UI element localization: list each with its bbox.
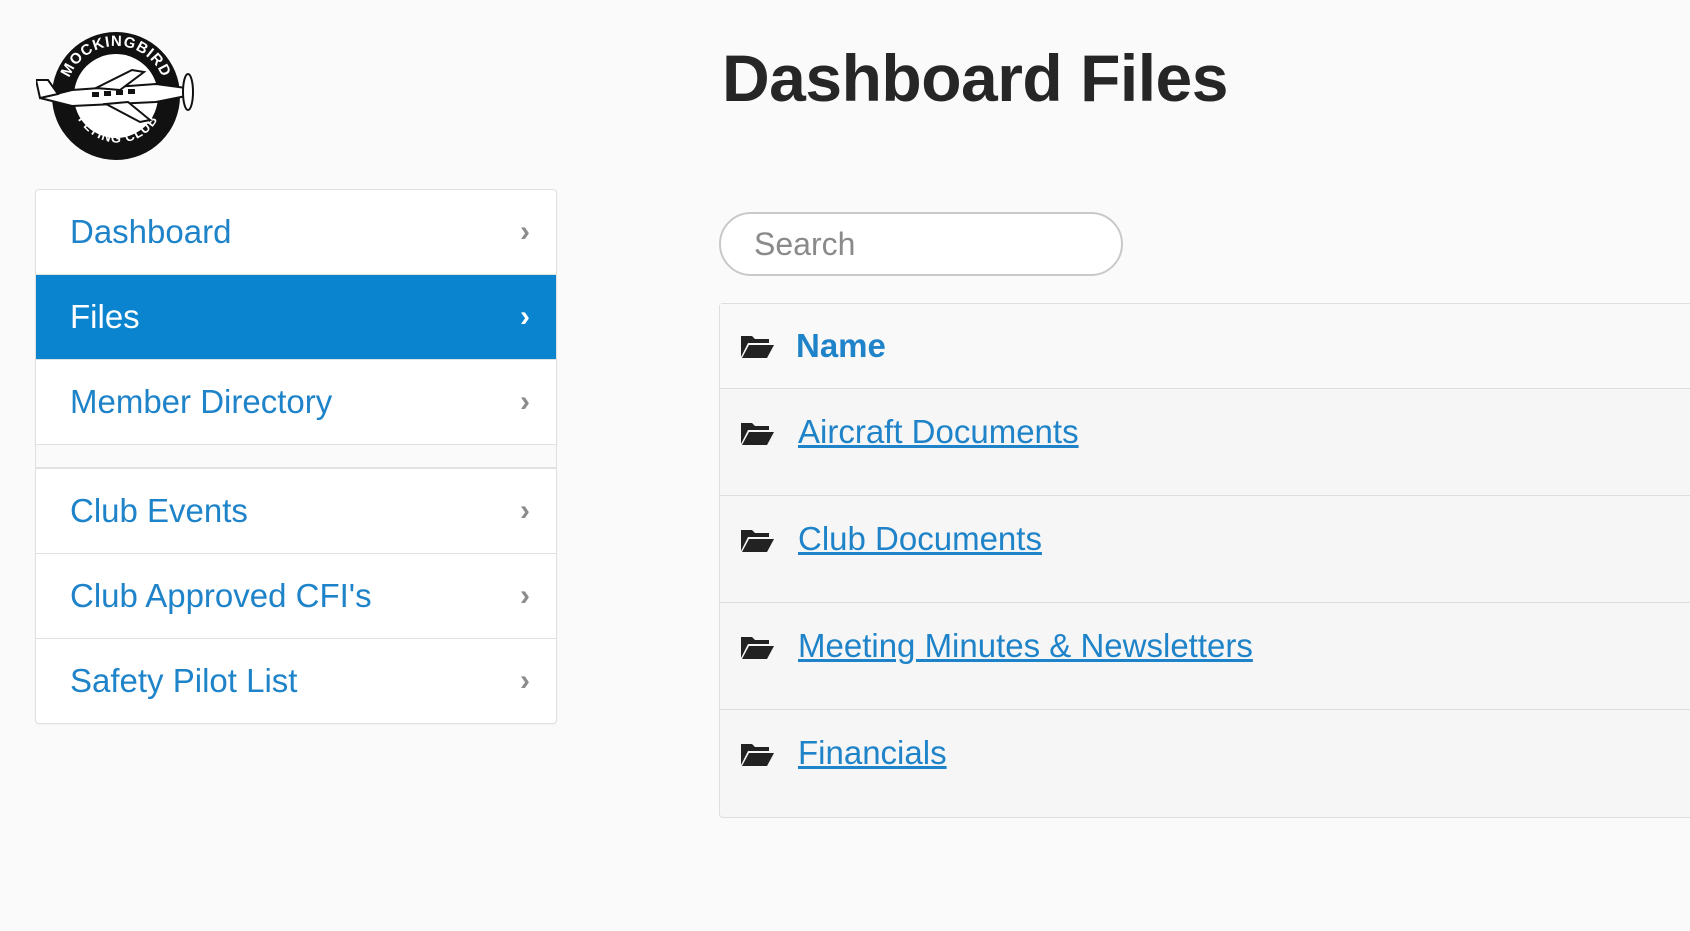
- folder-link-meeting-minutes-newsletters[interactable]: Meeting Minutes & Newsletters: [798, 627, 1253, 665]
- table-header: Name: [720, 304, 1690, 389]
- sidebar-item-label: Club Approved CFI's: [70, 577, 372, 614]
- folder-link-financials[interactable]: Financials: [798, 734, 947, 772]
- files-table: Name Aircraft Documents Club Documents M…: [719, 303, 1690, 818]
- chevron-right-icon: ›: [520, 300, 530, 333]
- mockingbird-logo-icon: MOCKINGBIRD FLYING CLUB: [34, 32, 194, 160]
- chevron-right-icon: ›: [520, 494, 530, 527]
- chevron-right-icon: ›: [520, 385, 530, 418]
- folder-open-icon: [741, 744, 774, 766]
- table-row: Club Documents: [720, 496, 1690, 603]
- folder-open-icon: [741, 423, 774, 445]
- column-header-name[interactable]: Name: [796, 327, 886, 365]
- sidebar-item-label: Safety Pilot List: [70, 662, 298, 699]
- sidebar-nav: Dashboard › Files › Member Directory › C…: [35, 189, 557, 724]
- sidebar-group-club: Club Events › Club Approved CFI's › Safe…: [35, 468, 557, 724]
- search-input[interactable]: [719, 212, 1123, 276]
- sidebar-item-label: Files: [70, 298, 140, 335]
- page-title: Dashboard Files: [722, 41, 1228, 115]
- table-row: Financials: [720, 710, 1690, 817]
- folder-open-icon: [741, 637, 774, 659]
- club-logo[interactable]: MOCKINGBIRD FLYING CLUB: [34, 18, 196, 163]
- chevron-right-icon: ›: [520, 215, 530, 248]
- sidebar-item-club-approved-cfis[interactable]: Club Approved CFI's ›: [36, 554, 556, 639]
- sidebar-item-member-directory[interactable]: Member Directory ›: [36, 360, 556, 444]
- folder-open-icon: [741, 336, 774, 358]
- sidebar-item-safety-pilot-list[interactable]: Safety Pilot List ›: [36, 639, 556, 723]
- table-row: Meeting Minutes & Newsletters: [720, 603, 1690, 710]
- sidebar-item-label: Club Events: [70, 492, 248, 529]
- sidebar-item-dashboard[interactable]: Dashboard ›: [36, 190, 556, 275]
- sidebar-group-primary: Dashboard › Files › Member Directory ›: [35, 189, 557, 445]
- folder-open-icon: [741, 530, 774, 552]
- folder-link-club-documents[interactable]: Club Documents: [798, 520, 1042, 558]
- chevron-right-icon: ›: [520, 664, 530, 697]
- sidebar-item-label: Member Directory: [70, 383, 333, 420]
- sidebar-divider: [35, 445, 557, 467]
- sidebar-item-club-events[interactable]: Club Events ›: [36, 469, 556, 554]
- chevron-right-icon: ›: [520, 579, 530, 612]
- sidebar-item-files[interactable]: Files ›: [36, 275, 556, 360]
- folder-link-aircraft-documents[interactable]: Aircraft Documents: [798, 413, 1079, 451]
- table-row: Aircraft Documents: [720, 389, 1690, 496]
- sidebar-item-label: Dashboard: [70, 213, 232, 250]
